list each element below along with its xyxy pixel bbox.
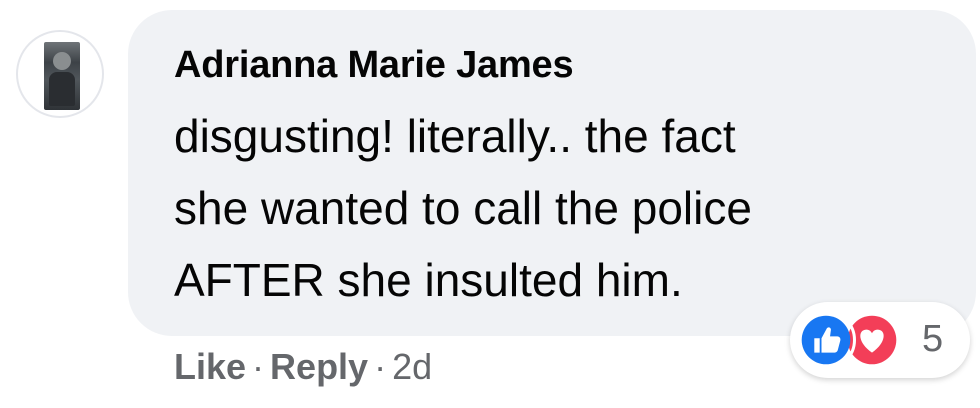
avatar[interactable] (16, 30, 104, 118)
comment-text-line: disgusting! literally.. the fact (174, 110, 736, 162)
reply-button[interactable]: Reply (270, 346, 368, 387)
avatar-photo (44, 42, 80, 110)
comment-text-line: she wanted to call the police (174, 182, 752, 234)
reaction-count: 5 (922, 318, 944, 360)
comment-author[interactable]: Adrianna Marie James (174, 44, 574, 87)
comment: Adrianna Marie James disgusting! literal… (0, 0, 980, 408)
comment-timestamp[interactable]: 2d (392, 346, 432, 387)
like-button[interactable]: Like (174, 346, 246, 387)
comment-text: disgusting! literally.. the fact she wan… (174, 100, 934, 316)
separator: · (252, 346, 265, 387)
like-icon (796, 310, 856, 370)
comment-actions: Like · Reply · 2d (174, 346, 432, 388)
reactions-summary[interactable]: 5 (790, 302, 970, 378)
separator: · (374, 346, 387, 387)
